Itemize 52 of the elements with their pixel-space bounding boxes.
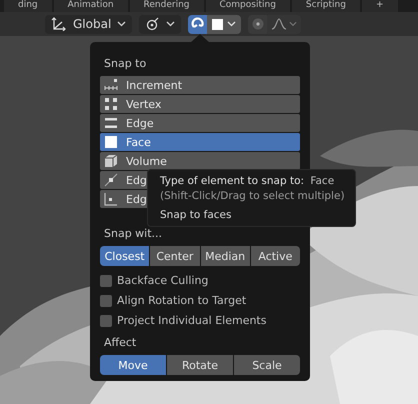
affect-option[interactable]: Rotate (167, 355, 233, 375)
caret-icon (166, 21, 176, 27)
caret-icon (289, 21, 298, 27)
workspace-tab[interactable]: + (362, 0, 398, 12)
section-label: Snap wit... (103, 227, 164, 240)
snap-element-item[interactable]: Edge (100, 114, 300, 132)
workspace-tab[interactable]: Animation (54, 0, 128, 12)
workspace-tab[interactable]: Rendering (130, 0, 204, 12)
lines-icon (104, 116, 118, 130)
tooltip-title: Type of element to snap to: (160, 175, 304, 187)
checkbox[interactable] (100, 274, 112, 286)
workspace-tab[interactable]: Compositing (206, 0, 290, 12)
ruler-icon (104, 78, 118, 92)
affect-option[interactable]: Move (100, 355, 166, 375)
snap-with-option[interactable]: Center (150, 246, 200, 266)
workspace-tab[interactable]: Scripting (292, 0, 360, 12)
checkbox[interactable] (100, 314, 112, 326)
checkbox-label: Backface Culling (117, 274, 208, 287)
orientation-dropdown[interactable]: Global (45, 14, 132, 34)
tooltip-value: Face (310, 175, 334, 187)
snap-element-item[interactable]: Volume (100, 152, 300, 170)
face-icon (212, 18, 224, 30)
checkbox-label: Project Individual Elements (117, 314, 266, 327)
snap-target-dropdown[interactable] (139, 14, 182, 34)
diagonal-line-icon (104, 173, 118, 187)
proportional-edit-toggle[interactable] (248, 14, 268, 34)
target-icon (252, 18, 264, 30)
workspace-tab[interactable]: ding (4, 0, 52, 12)
axes-icon (51, 17, 67, 31)
curve-icon (271, 18, 288, 30)
tooltip-description: Snap to faces (160, 208, 232, 222)
falloff-dropdown[interactable] (267, 14, 302, 34)
caret-icon (227, 21, 236, 27)
checkbox[interactable] (100, 294, 112, 306)
checkbox-label: Align Rotation to Target (117, 294, 246, 307)
section-label: Affect (103, 336, 138, 349)
snap-with-option[interactable]: Active (250, 246, 300, 266)
cube-icon (104, 154, 118, 168)
square-icon (104, 135, 118, 149)
corner-icon (104, 192, 118, 206)
dots-icon (104, 97, 118, 111)
snap-with-option[interactable]: Closest (100, 246, 150, 266)
snap-element-item[interactable]: Increment (100, 76, 300, 94)
section-label: Snap to (103, 57, 148, 70)
snap-with-option[interactable]: Median (200, 246, 250, 266)
snap-toggle[interactable] (188, 14, 208, 34)
caret-icon (117, 21, 126, 27)
affect-option[interactable]: Scale (234, 355, 300, 375)
snap-element-item[interactable]: Vertex (100, 95, 300, 113)
tooltip-hint: (Shift-Click/Drag to select multiple) (160, 189, 345, 203)
snap-element-dropdown[interactable] (207, 14, 242, 34)
snap-element-item[interactable]: Face (100, 133, 300, 151)
